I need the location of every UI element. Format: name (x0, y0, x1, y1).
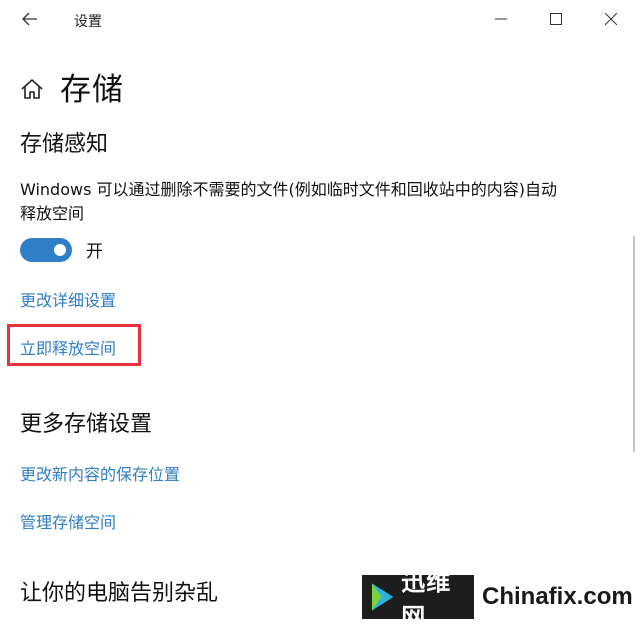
maximize-button[interactable] (533, 0, 579, 38)
storage-sense-heading: 存储感知 (20, 132, 109, 157)
manage-storage-spaces-link[interactable]: 管理存储空间 (20, 509, 116, 533)
watermark-en: Chinafix.com (482, 583, 633, 610)
watermark-cn: 迅维网 (401, 568, 452, 631)
window-title: 设置 (74, 14, 102, 30)
declutter-heading: 让你的电脑告别杂乱 (20, 581, 219, 606)
maximize-icon (550, 13, 562, 25)
page-header: 存储 (18, 64, 124, 109)
watermark-logo: 迅维网 (362, 568, 474, 631)
close-icon (605, 13, 617, 25)
page-title: 存储 (60, 72, 124, 108)
storage-sense-toggle[interactable] (20, 237, 72, 262)
minimize-icon (495, 18, 507, 20)
storage-sense-description: Windows 可以通过删除不需要的文件(例如临时文件和回收站中的内容)自动释放… (20, 180, 557, 223)
logo-mark-icon (371, 583, 394, 611)
highlight-box (7, 324, 141, 366)
arrow-left-icon (22, 12, 37, 26)
back-button[interactable] (16, 6, 44, 32)
home-icon[interactable] (18, 75, 46, 103)
watermark: 迅维网 Chinafix.com (362, 568, 640, 631)
toggle-state-label: 开 (86, 242, 103, 262)
scrollbar[interactable] (633, 236, 635, 452)
change-settings-link[interactable]: 更改详细设置 (20, 287, 116, 311)
storage-sense-toggle-row: 开 (20, 237, 103, 262)
close-button[interactable] (588, 0, 634, 38)
more-storage-settings-heading: 更多存储设置 (20, 412, 153, 437)
title-bar: 设置 (0, 0, 640, 40)
minimize-button[interactable] (478, 0, 524, 38)
toggle-knob (54, 243, 66, 256)
change-save-location-link[interactable]: 更改新内容的保存位置 (20, 461, 180, 485)
